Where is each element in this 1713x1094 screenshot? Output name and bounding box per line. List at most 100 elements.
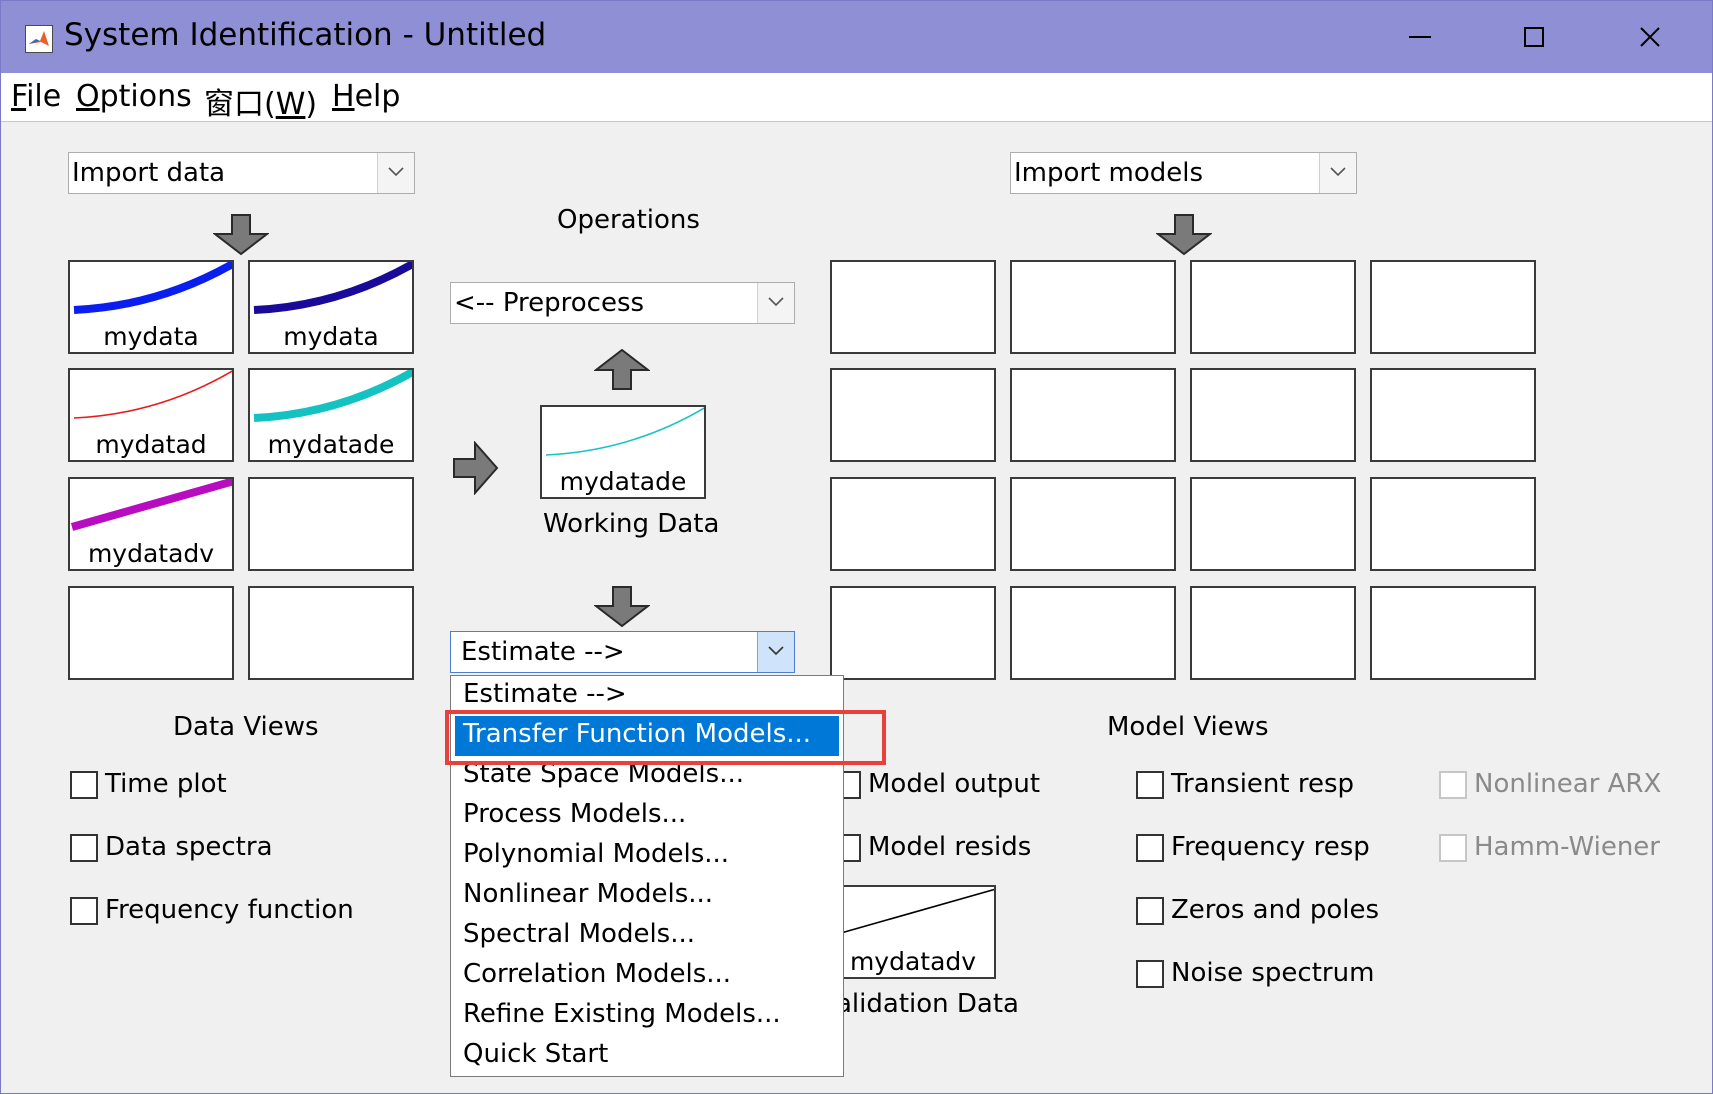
model-tile-empty[interactable]	[1370, 477, 1536, 571]
data-tile-name: mydata	[283, 322, 379, 351]
checkbox-label: Model resids	[868, 832, 1032, 862]
checkbox-box	[1136, 960, 1164, 988]
model-tile-empty[interactable]	[1010, 586, 1176, 680]
chevron-down-icon	[757, 632, 794, 672]
menu-file[interactable]: File	[11, 79, 61, 114]
model-tile-empty[interactable]	[830, 260, 996, 354]
data-tile-name: mydatadv	[87, 539, 215, 568]
model-tile-empty[interactable]	[1190, 260, 1356, 354]
model-tile-empty[interactable]	[1010, 477, 1176, 571]
data-tile[interactable]: mydatade	[248, 368, 414, 462]
checkbox-box	[1136, 834, 1164, 862]
close-icon	[1640, 27, 1660, 47]
transfer-function-models-option[interactable]: Transfer Function Models...	[455, 716, 839, 756]
estimate-select[interactable]: Estimate -->	[450, 631, 795, 673]
data-tile[interactable]: mydata	[248, 260, 414, 354]
checkbox-box	[70, 771, 98, 799]
model-tile-empty[interactable]	[1010, 368, 1176, 462]
menu-bar: File Options 窗口(W) Help	[1, 73, 1712, 122]
model-tile-empty[interactable]	[1010, 260, 1176, 354]
model-tile-empty[interactable]	[1370, 260, 1536, 354]
checkbox-label: Time plot	[105, 769, 227, 799]
data-tile-empty[interactable]	[248, 477, 414, 571]
working-data-name: mydatade	[559, 467, 687, 496]
working-data-label: Working Data	[543, 509, 720, 539]
validation-data-name: mydatadv	[849, 947, 977, 976]
model-tile-empty[interactable]	[830, 477, 996, 571]
arrow-right-icon	[453, 441, 499, 495]
validation-data-tile[interactable]: mydatadv	[830, 885, 996, 979]
arrow-up-icon	[594, 349, 650, 390]
system-identification-window: System Identification - Untitled File Op…	[0, 0, 1713, 1094]
import-models-value: Import models	[1014, 158, 1204, 188]
data-tile-name: mydatade	[267, 430, 395, 459]
quick-start-option[interactable]: Quick Start	[451, 1036, 843, 1076]
correlation-models-option[interactable]: Correlation Models...	[451, 956, 843, 996]
data-tile[interactable]: mydatad	[68, 368, 234, 462]
arrow-down-icon	[594, 586, 650, 628]
preprocess-select[interactable]: <-- Preprocess	[450, 282, 795, 324]
checkbox-label: Transient resp	[1171, 769, 1355, 799]
working-data-tile[interactable]: mydatade	[540, 405, 706, 499]
arrow-down-icon	[213, 214, 269, 256]
estimate-dropdown-menu: Estimate --> Transfer Function Models...…	[450, 675, 844, 1077]
refine-existing-models-option[interactable]: Refine Existing Models...	[451, 996, 843, 1036]
validation-data-label: alidation Data	[836, 989, 1019, 1019]
checkbox-label: Data spectra	[105, 832, 273, 862]
estimate-value: Estimate -->	[461, 637, 625, 667]
model-tile-empty[interactable]	[1190, 586, 1356, 680]
data-tile-name: mydata	[103, 322, 199, 351]
checkbox-label: Frequency function	[105, 895, 354, 925]
data-views-label: Data Views	[173, 712, 319, 742]
estimate-option[interactable]: Estimate -->	[451, 676, 843, 716]
menu-options[interactable]: Options	[76, 79, 192, 114]
checkbox-box	[1136, 771, 1164, 799]
model-tile-empty[interactable]	[1370, 586, 1536, 680]
checkbox-box	[1136, 897, 1164, 925]
checkbox-box	[1439, 834, 1467, 862]
data-tile-empty[interactable]	[68, 586, 234, 680]
data-tile-empty[interactable]	[248, 586, 414, 680]
model-tile-empty[interactable]	[1190, 477, 1356, 571]
title-bar: System Identification - Untitled	[1, 1, 1712, 73]
import-models-select[interactable]: Import models	[1010, 152, 1357, 194]
checkbox-label: Zeros and poles	[1171, 895, 1379, 925]
checkbox-label: Nonlinear ARX	[1474, 769, 1662, 799]
checkbox-label: Frequency resp	[1171, 832, 1370, 862]
maximize-button[interactable]	[1499, 15, 1569, 59]
data-tile[interactable]: mydatadv	[68, 477, 234, 571]
process-models-option[interactable]: Process Models...	[451, 796, 843, 836]
checkbox-box	[1439, 771, 1467, 799]
chevron-down-icon	[377, 153, 414, 193]
menu-window[interactable]: 窗口(W)	[204, 79, 317, 123]
matlab-logo-icon	[25, 25, 53, 53]
nonlinear-models-option[interactable]: Nonlinear Models...	[451, 876, 843, 916]
window-title: System Identification - Untitled	[64, 17, 547, 53]
model-tile-empty[interactable]	[830, 368, 996, 462]
preprocess-value: <-- Preprocess	[454, 288, 645, 318]
checkbox-box	[70, 897, 98, 925]
checkbox-box	[70, 834, 98, 862]
menu-help[interactable]: Help	[332, 79, 400, 114]
checkbox-label: Noise spectrum	[1171, 958, 1375, 988]
arrow-down-icon	[1156, 214, 1212, 256]
import-data-select[interactable]: Import data	[68, 152, 415, 194]
spectral-models-option[interactable]: Spectral Models...	[451, 916, 843, 956]
chevron-down-icon	[1319, 153, 1356, 193]
data-tile-name: mydatad	[95, 430, 207, 459]
maximize-icon	[1524, 27, 1544, 47]
state-space-models-option[interactable]: State Space Models...	[451, 756, 843, 796]
close-button[interactable]	[1615, 15, 1685, 59]
minimize-button[interactable]	[1385, 15, 1455, 59]
checkbox-label: Hamm-Wiener	[1474, 832, 1660, 862]
model-tile-empty[interactable]	[830, 586, 996, 680]
operations-label: Operations	[557, 205, 700, 235]
chevron-down-icon	[757, 283, 794, 323]
model-tile-empty[interactable]	[1370, 368, 1536, 462]
model-views-label: Model Views	[1107, 712, 1269, 742]
import-data-value: Import data	[72, 158, 226, 188]
data-tile[interactable]: mydata	[68, 260, 234, 354]
polynomial-models-option[interactable]: Polynomial Models...	[451, 836, 843, 876]
model-tile-empty[interactable]	[1190, 368, 1356, 462]
minimize-icon	[1409, 36, 1431, 38]
